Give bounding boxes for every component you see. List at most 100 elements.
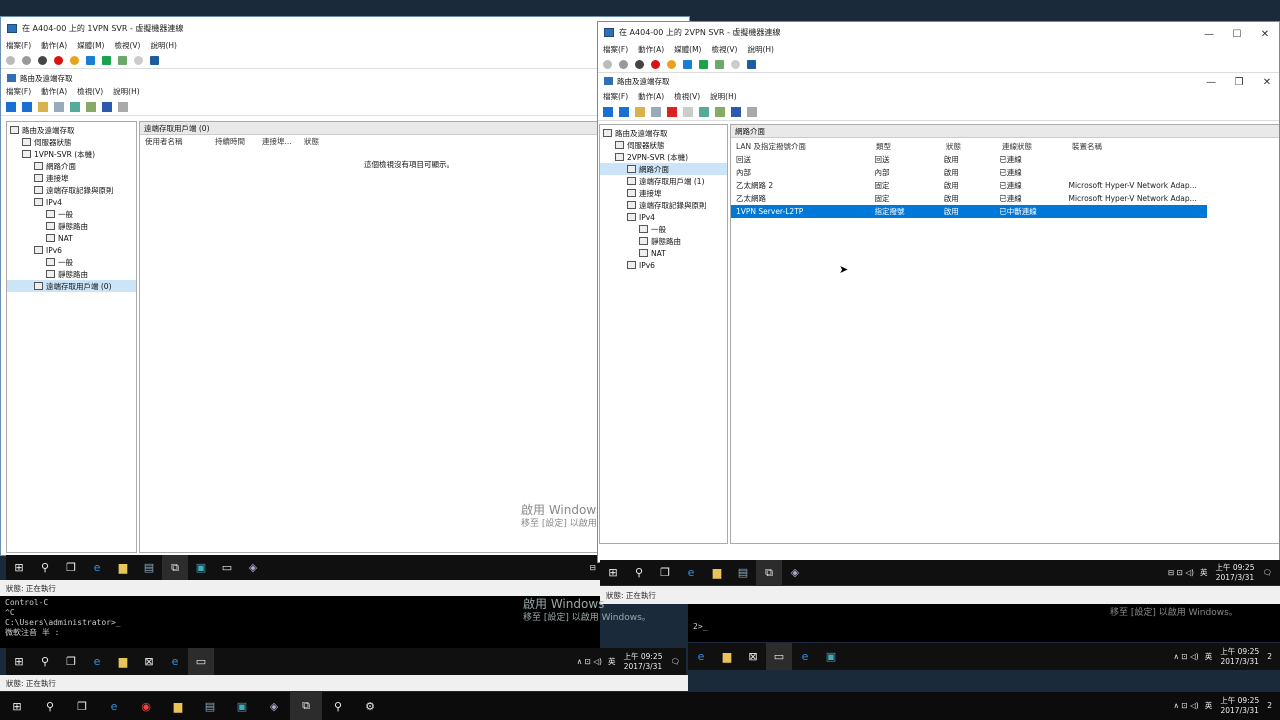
minimize-icon[interactable]: — (1195, 22, 1223, 46)
table-row[interactable]: 內部 內部 啟用 已連線 (731, 166, 1207, 179)
checkpoint-icon[interactable] (715, 59, 724, 69)
start-icon[interactable] (619, 59, 628, 69)
shutdown-icon[interactable] (651, 59, 660, 69)
menu-help[interactable]: 說明(H) (747, 44, 774, 55)
start-icon[interactable] (22, 55, 31, 65)
save-icon[interactable] (70, 55, 79, 65)
clock[interactable]: 上午 09:25 2017/3/31 (1215, 563, 1254, 583)
task-view-icon[interactable]: ❐ (652, 560, 678, 585)
table-row[interactable]: 乙太網路 固定 啟用 已連線 Microsoft Hyper-V Network Ada… (731, 192, 1207, 205)
help-icon[interactable] (731, 107, 741, 117)
notification-count[interactable]: 2 (1267, 652, 1272, 662)
settings-icon[interactable]: ⚙ (354, 692, 386, 720)
cmd-taskbar-icon[interactable]: ▭ (214, 555, 240, 580)
tray-network-icon[interactable]: ⊟ (590, 563, 596, 573)
file-explorer-icon[interactable]: ▆ (162, 692, 194, 720)
server-manager-icon[interactable]: ▤ (730, 560, 756, 585)
column-state[interactable]: 狀態 (304, 136, 344, 147)
tree-node[interactable]: NAT (600, 247, 727, 259)
start-button[interactable]: ⊞ (6, 555, 32, 580)
notification-count[interactable]: 2 (1267, 701, 1272, 711)
tree-node[interactable]: 路由及遠端存取 (7, 124, 136, 136)
ime-indicator[interactable]: 英 (1200, 568, 1208, 578)
menu-media[interactable]: 媒體(M) (77, 40, 104, 51)
turn-off-icon[interactable] (38, 55, 47, 65)
tree-node[interactable]: 網路介面 (7, 160, 136, 172)
menu-action[interactable]: 動作(A) (41, 40, 67, 51)
column-port[interactable]: 連接埠... (262, 136, 304, 147)
menu-view[interactable]: 檢視(V) (711, 44, 737, 55)
tool-icon[interactable]: ◈ (240, 555, 266, 580)
rras-taskbar-icon[interactable]: ⧉ (162, 555, 188, 580)
inner-menu-file[interactable]: 檔案(F) (603, 91, 628, 102)
ime-indicator[interactable]: 英 (1205, 652, 1213, 662)
up-icon[interactable] (38, 102, 48, 112)
column-interface[interactable]: LAN 及指定撥號介面 (736, 141, 876, 152)
rras-taskbar-icon[interactable]: ⧉ (756, 560, 782, 585)
file-explorer-icon[interactable]: ▆ (110, 648, 136, 675)
store-icon[interactable]: ⊠ (740, 643, 766, 670)
tool-icon[interactable]: ◈ (782, 560, 808, 585)
column-connection-state[interactable]: 連線狀態 (1002, 141, 1072, 152)
hyperv-icon[interactable]: ▣ (226, 692, 258, 720)
tree-node[interactable]: 遠端存取用戶端 (0) (7, 280, 136, 292)
tree-node[interactable]: IPv4 (7, 196, 136, 208)
tree-node[interactable]: 連接埠 (600, 187, 727, 199)
tray-icons[interactable]: ⊟ ⊡ ◁) (1168, 568, 1194, 578)
tree-node[interactable]: 遠端存取記錄與原則 (7, 184, 136, 196)
show-hide-tree-icon[interactable] (651, 107, 661, 117)
turn-off-icon[interactable] (635, 59, 644, 69)
menu-media[interactable]: 媒體(M) (674, 44, 701, 55)
mmc-icon[interactable]: ▣ (818, 643, 844, 670)
start-button[interactable]: ⊞ (0, 692, 34, 720)
up-icon[interactable] (635, 107, 645, 117)
ctrl-alt-del-icon[interactable] (603, 59, 612, 69)
tray-icons[interactable]: ∧ ⊡ ◁) (577, 657, 602, 667)
file-explorer-icon[interactable]: ▆ (704, 560, 730, 585)
enhanced-session-icon[interactable] (747, 59, 756, 69)
refresh-icon[interactable] (699, 107, 709, 117)
search-icon[interactable]: ⚲ (32, 555, 58, 580)
column-duration[interactable]: 持續時間 (215, 136, 262, 147)
cmd-taskbar-icon[interactable]: ▭ (766, 643, 792, 670)
tree-node[interactable]: IPv6 (600, 259, 727, 271)
ime-indicator[interactable]: 英 (1205, 701, 1213, 711)
tree-node[interactable]: IPv4 (600, 211, 727, 223)
properties-icon[interactable] (118, 102, 128, 112)
table-row[interactable]: 乙太網路 2 固定 啟用 已連線 Microsoft Hyper-V Network A… (731, 179, 1207, 192)
clock[interactable]: 上午 09:25 2017/3/31 (1220, 647, 1259, 667)
clock[interactable]: 上午 09:25 2017/3/31 (623, 652, 662, 672)
inner-menu-help[interactable]: 說明(H) (710, 91, 737, 102)
forward-icon[interactable] (619, 107, 629, 117)
back-icon[interactable] (6, 102, 16, 112)
column-user[interactable]: 使用者名稱 (145, 136, 215, 147)
pin-icon[interactable]: ⚲ (322, 692, 354, 720)
store-icon[interactable]: ⊠ (136, 648, 162, 675)
tree-node[interactable]: 遠端存取用戶端 (1) (600, 175, 727, 187)
tree-node[interactable]: 靜態路由 (7, 268, 136, 280)
refresh-icon[interactable] (70, 102, 80, 112)
task-view-icon[interactable]: ❐ (58, 648, 84, 675)
menu-file[interactable]: 檔案(F) (6, 40, 31, 51)
menu-help[interactable]: 說明(H) (150, 40, 177, 51)
table-row[interactable]: 回送 回送 啟用 已連線 (731, 153, 1207, 166)
show-hide-tree-icon[interactable] (54, 102, 64, 112)
revert-icon[interactable] (731, 59, 740, 69)
inner-menu-action[interactable]: 動作(A) (638, 91, 664, 102)
forward-icon[interactable] (22, 102, 32, 112)
pause-icon[interactable] (683, 59, 692, 69)
shutdown-icon[interactable] (54, 55, 63, 65)
mmc-icon[interactable]: ▣ (188, 555, 214, 580)
back-icon[interactable] (603, 107, 613, 117)
table-row[interactable]: 1VPN Server-L2TP 指定撥號 啟用 已中斷連線 (731, 205, 1207, 218)
vm-connect-taskbar-icon[interactable]: ⧉ (290, 692, 322, 720)
tree-node[interactable]: 一般 (7, 208, 136, 220)
cmd-taskbar-icon[interactable]: ▭ (188, 648, 214, 675)
column-device-name[interactable]: 裝置名稱 (1072, 141, 1212, 152)
edge-icon[interactable]: e (688, 643, 714, 670)
delete-icon[interactable] (667, 107, 677, 117)
inner-menu-help[interactable]: 說明(H) (113, 86, 140, 97)
ie-icon[interactable]: e (792, 643, 818, 670)
menu-view[interactable]: 檢視(V) (114, 40, 140, 51)
tree-node[interactable]: NAT (7, 232, 136, 244)
